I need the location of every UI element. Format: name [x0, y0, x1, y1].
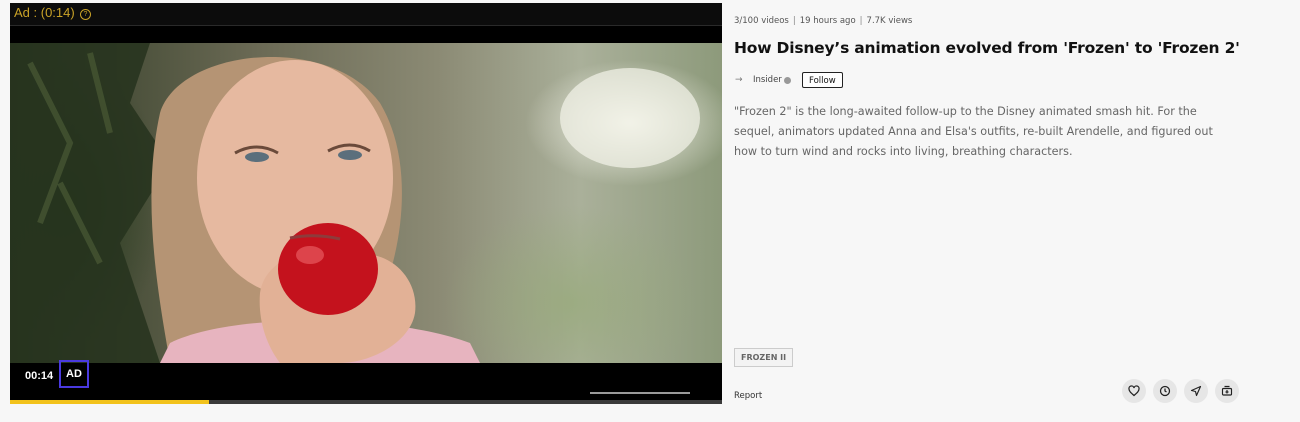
video-player[interactable]: Ad : (0:14) ? 00:14 AD [10, 3, 722, 404]
add-to-queue-button[interactable] [1215, 379, 1239, 403]
report-link[interactable]: Report [734, 391, 762, 401]
follow-button[interactable]: Follow [802, 72, 843, 88]
video-description: "Frozen 2" is the long-awaited follow-up… [734, 105, 1213, 158]
like-button[interactable] [1122, 379, 1146, 403]
heart-icon [1128, 385, 1140, 397]
clock-icon [1159, 385, 1171, 397]
video-title: How Disney’s animation evolved from 'Fro… [734, 39, 1240, 57]
posted-time: 19 hours ago [799, 16, 856, 26]
verified-icon [784, 77, 791, 84]
player-controls: 00:14 AD [10, 360, 722, 401]
view-count: 7.7K views [866, 16, 913, 26]
queue-icon [1221, 385, 1233, 396]
current-time: 00:14 [25, 370, 54, 382]
progress-bar[interactable] [10, 400, 722, 404]
channel-row: → Insider Follow [734, 72, 934, 90]
playlist-position: 3/100 videos [734, 16, 789, 26]
progress-fill [10, 400, 210, 404]
meta-separator: | [859, 16, 863, 26]
ad-countdown: Ad : (0:14) [14, 5, 75, 20]
action-buttons [1122, 379, 1246, 403]
help-icon[interactable]: ? [80, 9, 91, 20]
meta-separator: | [792, 16, 796, 26]
share-button[interactable] [1184, 379, 1208, 403]
video-scene [10, 43, 700, 363]
video-meta: 3/100 videos | 19 hours ago | 7.7K views [734, 16, 912, 26]
volume-slider[interactable] [590, 392, 690, 394]
tag-chip[interactable]: FROZEN II [734, 348, 794, 367]
arrow-icon: → [735, 75, 743, 85]
channel-name[interactable]: Insider [753, 75, 782, 85]
watch-later-button[interactable] [1153, 379, 1177, 403]
send-icon [1190, 385, 1202, 397]
ad-badge: AD [59, 360, 89, 388]
ad-bar: Ad : (0:14) ? [10, 3, 722, 26]
video-frame[interactable] [10, 43, 722, 363]
